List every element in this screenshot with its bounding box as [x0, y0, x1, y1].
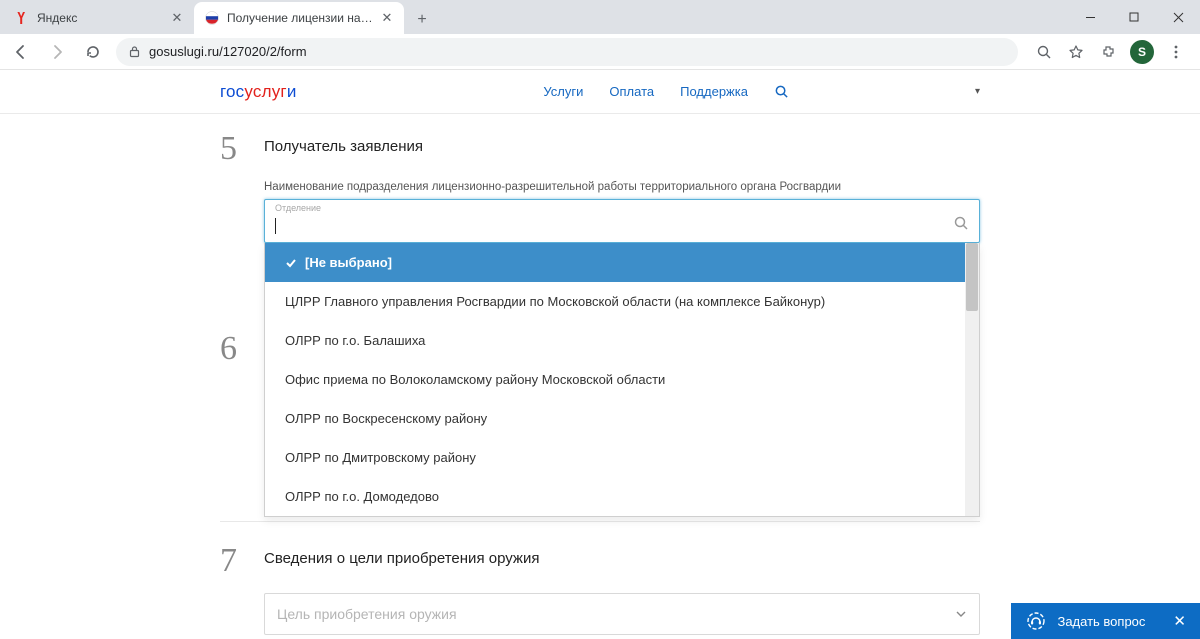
- headset-icon: [1025, 610, 1047, 632]
- department-combo: Отделение: [264, 199, 980, 243]
- step-number: 5: [220, 132, 246, 243]
- scrollbar-thumb[interactable]: [966, 243, 978, 311]
- department-dropdown: [Не выбрано] ЦЛРР Главного управления Ро…: [264, 243, 980, 517]
- option-label: Офис приема по Волоколамскому району Мос…: [285, 372, 665, 387]
- dropdown-option[interactable]: ОЛРР по г.о. Домодедово: [265, 477, 965, 516]
- step-7: 7 Сведения о цели приобретения оружия Це…: [220, 544, 980, 635]
- close-icon[interactable]: ✕: [380, 11, 394, 25]
- option-label: ОЛРР по г.о. Домодедово: [285, 489, 439, 504]
- input-mini-label: Отделение: [275, 203, 321, 213]
- step-number: 7: [220, 544, 246, 635]
- browser-tab-yandex[interactable]: Яндекс ✕: [4, 2, 194, 34]
- step-title: Получатель заявления: [264, 138, 980, 155]
- kebab-menu-icon[interactable]: [1166, 42, 1186, 62]
- window-close-button[interactable]: [1156, 2, 1200, 32]
- close-icon[interactable]: ✕: [170, 11, 184, 25]
- bookmark-icon[interactable]: [1066, 42, 1086, 62]
- top-nav: Услуги Оплата Поддержка ▾: [543, 84, 980, 99]
- select-placeholder: Цель приобретения оружия: [277, 606, 457, 622]
- department-text-input[interactable]: [275, 218, 945, 234]
- window-minimize-button[interactable]: [1068, 2, 1112, 32]
- reload-button[interactable]: [80, 39, 106, 65]
- gosuslugi-logo[interactable]: госуслуги: [220, 82, 297, 102]
- yandex-favicon: [14, 10, 30, 26]
- dropdown-option[interactable]: Офис приема по Волоколамскому району Мос…: [265, 360, 965, 399]
- field-label: Наименование подразделения лицензионно-р…: [264, 181, 980, 193]
- tab-title: Яндекс: [37, 11, 163, 25]
- nav-payment[interactable]: Оплата: [609, 84, 654, 99]
- url-text: gosuslugi.ru/127020/2/form: [149, 44, 307, 59]
- option-label: ОЛРР по Дмитровскому району: [285, 450, 476, 465]
- dropdown-option[interactable]: ОЛРР по г.о. Балашиха: [265, 321, 965, 360]
- dropdown-option[interactable]: ЦЛРР Главного управления Росгвардии по М…: [265, 282, 965, 321]
- option-label: [Не выбрано]: [305, 255, 392, 270]
- option-label: ОЛРР по Воскресенскому району: [285, 411, 487, 426]
- nav-support[interactable]: Поддержка: [680, 84, 748, 99]
- profile-avatar[interactable]: S: [1130, 40, 1154, 64]
- ask-question-button[interactable]: Задать вопрос ✕: [1011, 603, 1200, 639]
- chevron-down-icon: [955, 608, 967, 620]
- text-cursor: [275, 218, 276, 234]
- page-content: госуслуги Услуги Оплата Поддержка ▾ 5: [0, 70, 1200, 639]
- address-bar[interactable]: gosuslugi.ru/127020/2/form: [116, 38, 1018, 66]
- check-icon: [285, 257, 297, 269]
- caret-down-icon[interactable]: ▾: [975, 86, 980, 97]
- option-label: ЦЛРР Главного управления Росгвардии по М…: [285, 294, 825, 309]
- avatar-letter: S: [1138, 45, 1146, 59]
- browser-tab-gosuslugi[interactable]: Получение лицензии на приоб ✕: [194, 2, 404, 34]
- back-button[interactable]: [8, 39, 34, 65]
- russia-flag-favicon: [204, 10, 220, 26]
- dropdown-scrollbar[interactable]: [965, 243, 979, 516]
- close-icon[interactable]: ✕: [1173, 612, 1186, 630]
- step-6: 6: [220, 332, 246, 366]
- nav-services[interactable]: Услуги: [543, 84, 583, 99]
- section-divider: [220, 521, 980, 522]
- ask-label: Задать вопрос: [1057, 614, 1145, 629]
- search-page-icon[interactable]: [1034, 42, 1054, 62]
- forward-button[interactable]: [44, 39, 70, 65]
- site-header: госуслуги Услуги Оплата Поддержка ▾: [0, 70, 1200, 114]
- dropdown-option[interactable]: ОЛРР по Дмитровскому району: [265, 438, 965, 477]
- lock-icon: [128, 45, 141, 58]
- step-number: 6: [220, 332, 246, 366]
- step-title: Сведения о цели приобретения оружия: [264, 550, 980, 567]
- step-5: 5 Получатель заявления Наименование подр…: [220, 132, 980, 243]
- extensions-icon[interactable]: [1098, 42, 1118, 62]
- window-maximize-button[interactable]: [1112, 2, 1156, 32]
- browser-tabstrip: Яндекс ✕ Получение лицензии на приоб ✕ +: [0, 0, 1200, 34]
- search-icon[interactable]: [953, 215, 969, 231]
- dropdown-option[interactable]: ОЛРР по Воскресенскому району: [265, 399, 965, 438]
- option-label: ОЛРР по г.о. Балашиха: [285, 333, 425, 348]
- purpose-select[interactable]: Цель приобретения оружия: [264, 593, 980, 635]
- search-icon[interactable]: [774, 84, 789, 99]
- dropdown-option-selected[interactable]: [Не выбрано]: [265, 243, 965, 282]
- department-search-input[interactable]: Отделение: [264, 199, 980, 243]
- browser-toolbar: gosuslugi.ru/127020/2/form S: [0, 34, 1200, 70]
- tab-title: Получение лицензии на приоб: [227, 11, 373, 25]
- new-tab-button[interactable]: +: [408, 6, 436, 34]
